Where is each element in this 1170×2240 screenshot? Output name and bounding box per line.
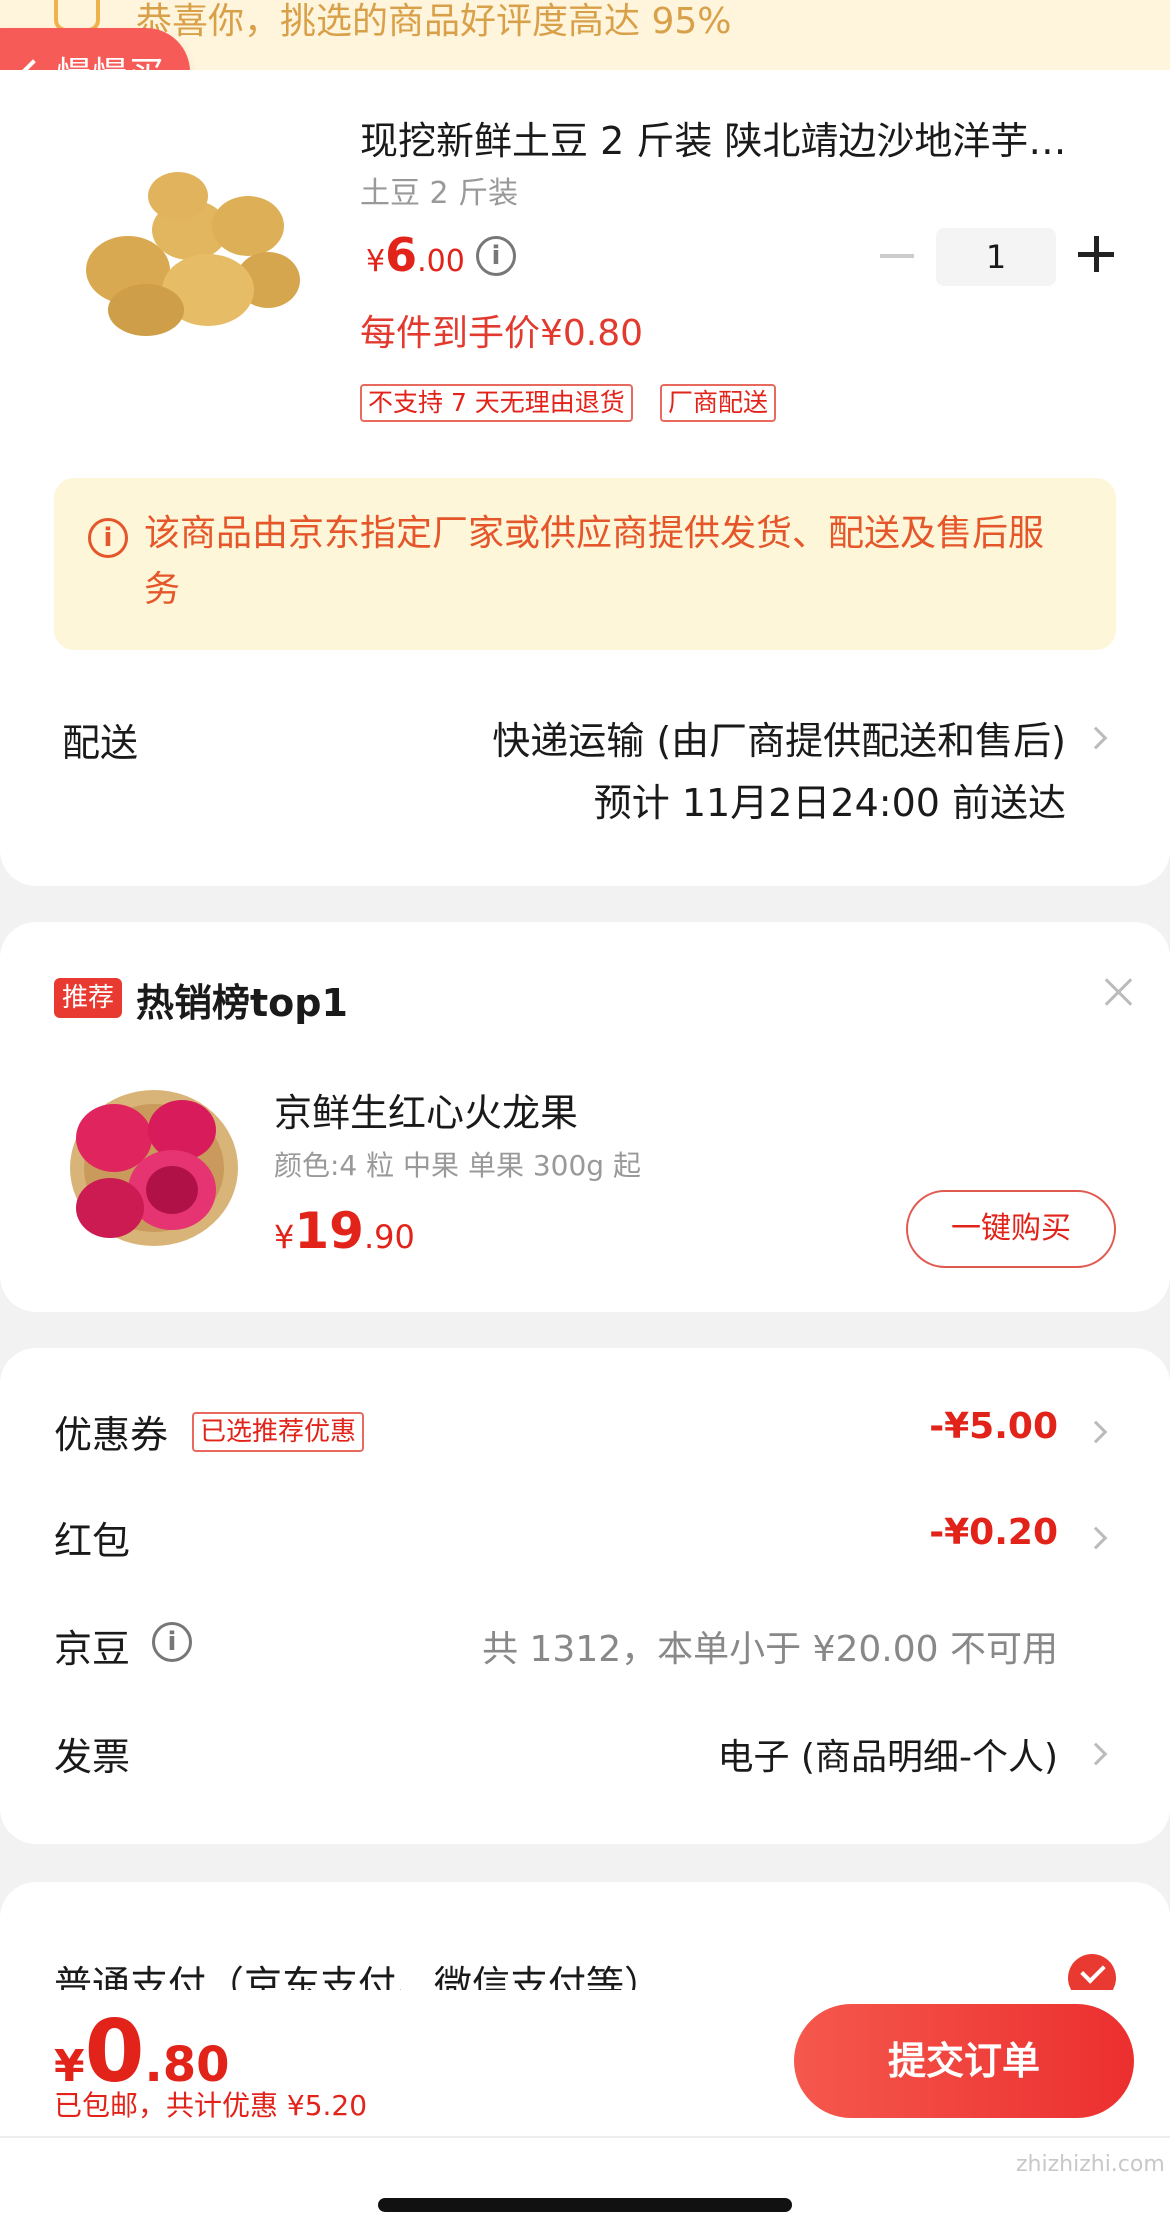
dragon-fruit-image[interactable]: [54, 1078, 238, 1252]
redpack-label: 红包: [54, 1519, 131, 1563]
home-indicator[interactable]: [378, 2198, 792, 2212]
quantity-minus-button[interactable]: [880, 254, 914, 258]
shipping-label: 配送: [62, 721, 139, 765]
vendor-notice: i 该商品由京东指定厂家或供应商提供发货、配送及售后服务: [54, 478, 1116, 650]
invoice-chevron-icon[interactable]: [1084, 1742, 1108, 1766]
recommend-badge: 推荐: [54, 978, 123, 1018]
vendor-delivery-tag: 厂商配送: [660, 384, 777, 422]
recommend-price: ¥19.90: [274, 1202, 415, 1260]
price-currency: ¥: [366, 244, 386, 279]
rec-price-integer: 19: [294, 1202, 364, 1260]
no-return-tag: 不支持 7 天无理由退货: [360, 384, 633, 422]
recommend-card: 推荐 热销榜top1 京鲜生红心火龙果 颜色:4 粒 中果 单果 300g 起 …: [0, 922, 1170, 1312]
close-icon[interactable]: [1104, 978, 1132, 1006]
product-price: ¥6.00: [366, 228, 465, 282]
price-decimal: .00: [417, 244, 465, 279]
coupon-label: 优惠券: [54, 1413, 169, 1457]
recommend-product-spec: 颜色:4 粒 中果 单果 300g 起: [274, 1149, 641, 1182]
redpack-value[interactable]: -¥0.20: [929, 1512, 1058, 1553]
jingdou-info-icon[interactable]: i: [152, 1622, 192, 1662]
notice-text: 该商品由京东指定厂家或供应商提供发货、配送及售后服务: [144, 513, 1045, 610]
info-icon[interactable]: i: [476, 236, 516, 276]
chevron-right-icon[interactable]: [1084, 726, 1108, 750]
rec-price-decimal: .90: [363, 1218, 415, 1256]
recommend-title: 热销榜top1: [136, 981, 348, 1025]
redpack-chevron-icon[interactable]: [1084, 1526, 1108, 1550]
shipping-eta: 预计 11月2日24:00 前送达: [593, 781, 1066, 825]
jingdou-label: 京豆: [54, 1627, 131, 1671]
quantity-value[interactable]: 1: [936, 228, 1056, 286]
watermark-text: zhizhizhi.com: [1016, 2152, 1165, 2177]
fees-card: 优惠券 已选推荐优惠 -¥5.00 红包 -¥0.20 京豆 i 共 1312，…: [0, 1348, 1170, 1844]
checkout-bar: ¥0.80 已包邮，共计优惠 ¥5.20 提交订单: [0, 1990, 1170, 2240]
recommend-product-name[interactable]: 京鲜生红心火龙果: [274, 1082, 578, 1137]
jingdou-value: 共 1312，本单小于 ¥20.00 不可用: [482, 1629, 1058, 1670]
product-title[interactable]: 现挖新鲜土豆 2 斤装 陕北靖边沙地洋芋…: [360, 110, 1066, 165]
discount-note: 已包邮，共计优惠 ¥5.20: [54, 2089, 368, 2122]
product-card: 现挖新鲜土豆 2 斤装 陕北靖边沙地洋芋… 土豆 2 斤装 ¥6.00 i 每件…: [0, 70, 1170, 886]
divider: [0, 2136, 1170, 2138]
shipping-method[interactable]: 快递运输 (由厂商提供配送和售后): [492, 710, 1066, 765]
product-spec: 土豆 2 斤装: [360, 176, 519, 211]
praise-text: 恭喜你，挑选的商品好评度高达 95%: [136, 1, 732, 42]
invoice-value[interactable]: 电子 (商品明细-个人): [717, 1728, 1058, 1780]
price-integer: 6: [385, 228, 418, 282]
potato-image[interactable]: [78, 160, 304, 340]
unit-price: 每件到手价¥0.80: [360, 313, 644, 354]
invoice-label: 发票: [54, 1735, 131, 1779]
rec-price-currency: ¥: [274, 1218, 295, 1256]
notice-info-icon: i: [88, 518, 128, 558]
coupon-value[interactable]: -¥5.00: [929, 1406, 1058, 1447]
submit-order-button[interactable]: 提交订单: [794, 2004, 1134, 2118]
coupon-tag: 已选推荐优惠: [192, 1412, 365, 1452]
one-click-buy-button[interactable]: 一键购买: [906, 1190, 1116, 1268]
coupon-chevron-icon[interactable]: [1084, 1420, 1108, 1444]
quantity-plus-button[interactable]: [1076, 234, 1116, 274]
